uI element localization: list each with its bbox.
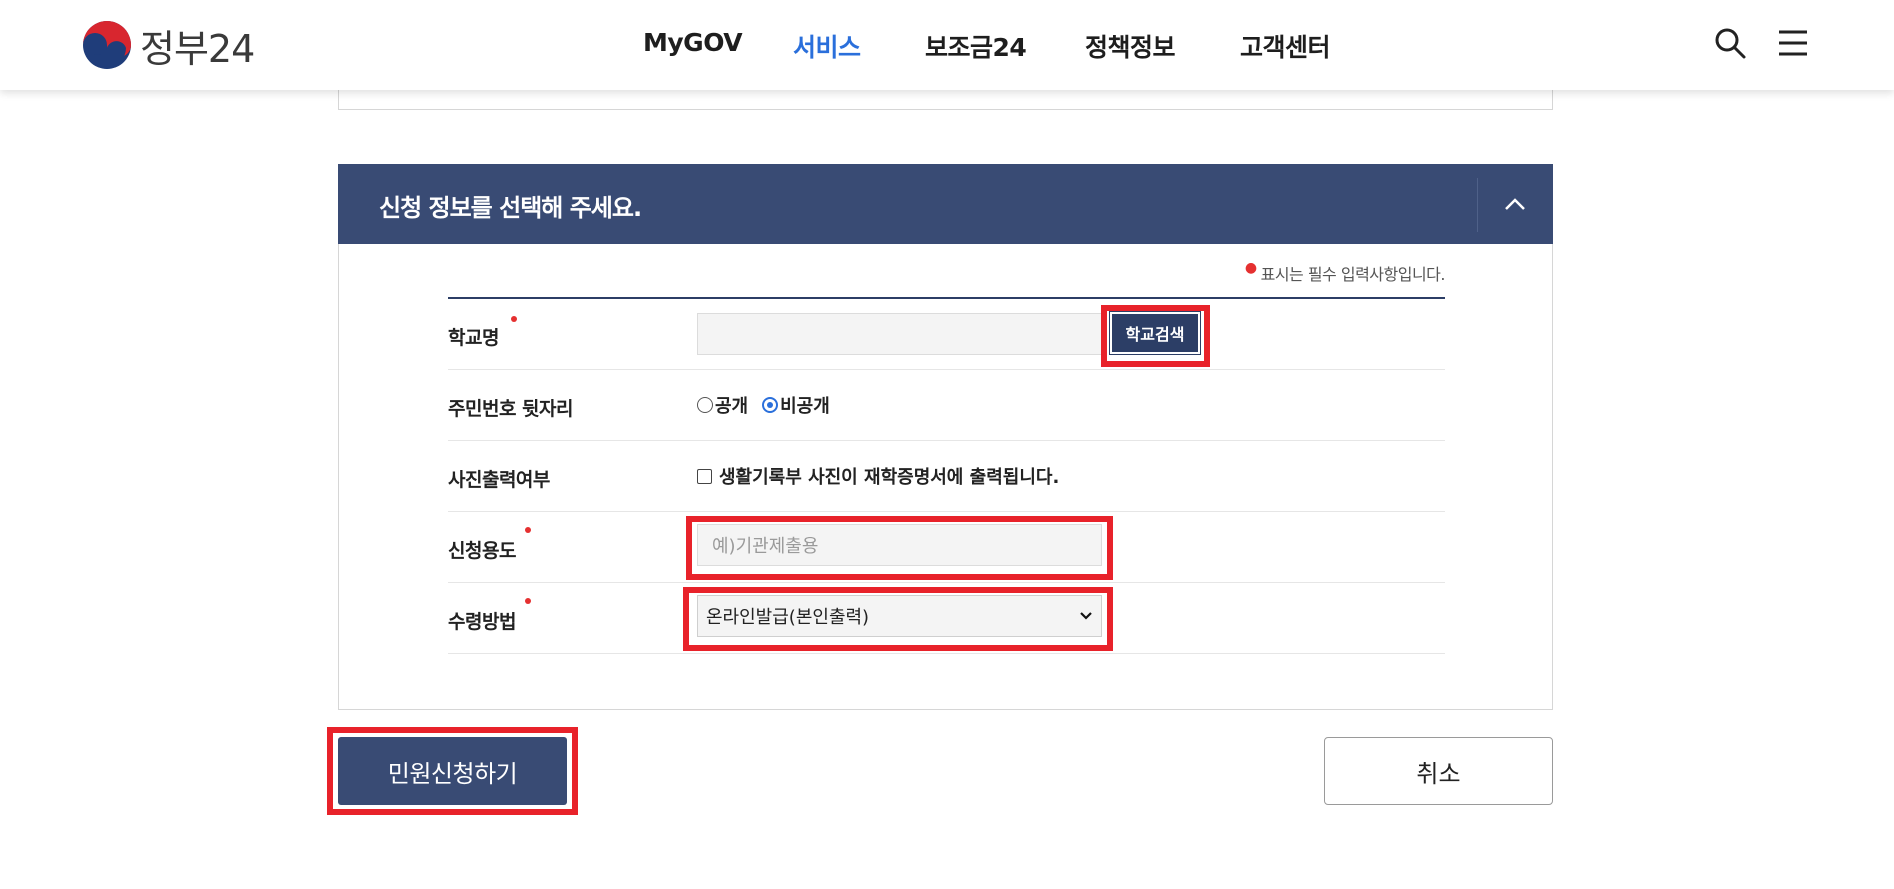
chevron-up-icon xyxy=(1505,198,1525,210)
required-dot-icon: ● xyxy=(1244,260,1257,276)
purpose-input[interactable]: 예)기관제출용 xyxy=(697,524,1102,566)
cancel-button[interactable]: 취소 xyxy=(1324,737,1553,805)
school-label: 학교명 xyxy=(448,327,499,349)
collapse-button[interactable] xyxy=(1477,164,1553,244)
required-mark xyxy=(525,598,531,604)
required-mark xyxy=(525,527,531,533)
photo-checkbox-group: 생활기록부 사진이 재학증명서에 출력됩니다. xyxy=(697,463,1059,489)
radio-public[interactable] xyxy=(697,397,713,413)
form-row-school: 학교명 xyxy=(448,299,1445,370)
apply-button[interactable]: 민원신청하기 xyxy=(338,737,567,805)
required-note: ● 표시는 필수 입력사항입니다. xyxy=(1244,260,1446,285)
nav-policy-info[interactable]: 정책정보 xyxy=(1085,28,1176,64)
site-header: 정부24 MyGOV 서비스 보조금24 정책정보 고객센터 xyxy=(0,0,1894,90)
radio-private[interactable] xyxy=(762,397,779,413)
nav-customer-center[interactable]: 고객센터 xyxy=(1240,28,1331,64)
section-title: 신청 정보를 선택해 주세요. xyxy=(379,194,642,222)
application-form: 학교명 주민번호 뒷자리 공개 비공개 사진출력여부 생활기록부 사진이 재학증… xyxy=(448,297,1445,654)
radio-private-label[interactable]: 비공개 xyxy=(780,392,830,418)
form-row-purpose: 신청용도 예)기관제출용 xyxy=(448,512,1445,583)
search-icon[interactable] xyxy=(1713,26,1747,60)
receive-method-select[interactable]: 온라인발급(본인출력) xyxy=(697,595,1102,637)
photo-print-checkbox[interactable] xyxy=(697,468,712,484)
application-info-section: 신청 정보를 선택해 주세요. ● 표시는 필수 입력사항입니다. 학교명 주민번… xyxy=(338,164,1553,710)
radio-public-label[interactable]: 공개 xyxy=(715,392,748,418)
school-name-input[interactable] xyxy=(697,313,1104,355)
purpose-label: 신청용도 xyxy=(448,540,516,562)
rrn-radio-group: 공개 비공개 xyxy=(697,392,830,418)
nav-subsidy24[interactable]: 보조금24 xyxy=(925,28,1027,64)
required-mark xyxy=(511,316,517,322)
required-note-text: 표시는 필수 입력사항입니다. xyxy=(1260,265,1446,284)
form-row-receive: 수령방법 온라인발급(본인출력) xyxy=(448,583,1445,654)
section-header: 신청 정보를 선택해 주세요. xyxy=(338,164,1553,244)
photo-checkbox-label[interactable]: 생활기록부 사진이 재학증명서에 출력됩니다. xyxy=(719,463,1059,489)
nav-services[interactable]: 서비스 xyxy=(793,28,861,64)
menu-icon[interactable] xyxy=(1776,26,1810,60)
rrn-label: 주민번호 뒷자리 xyxy=(448,398,573,420)
receive-method-value: 온라인발급(본인출력) xyxy=(706,607,870,628)
receive-label: 수령방법 xyxy=(448,611,516,633)
school-search-button[interactable]: 학교검색 xyxy=(1109,311,1201,355)
chevron-down-icon xyxy=(1080,612,1092,620)
main-nav: MyGOV 서비스 보조금24 정책정보 고객센터 xyxy=(0,0,1894,90)
form-row-rrn: 주민번호 뒷자리 공개 비공개 xyxy=(448,370,1445,441)
nav-mygov[interactable]: MyGOV xyxy=(643,28,743,57)
form-row-photo: 사진출력여부 생활기록부 사진이 재학증명서에 출력됩니다. xyxy=(448,441,1445,512)
photo-label: 사진출력여부 xyxy=(448,469,550,491)
